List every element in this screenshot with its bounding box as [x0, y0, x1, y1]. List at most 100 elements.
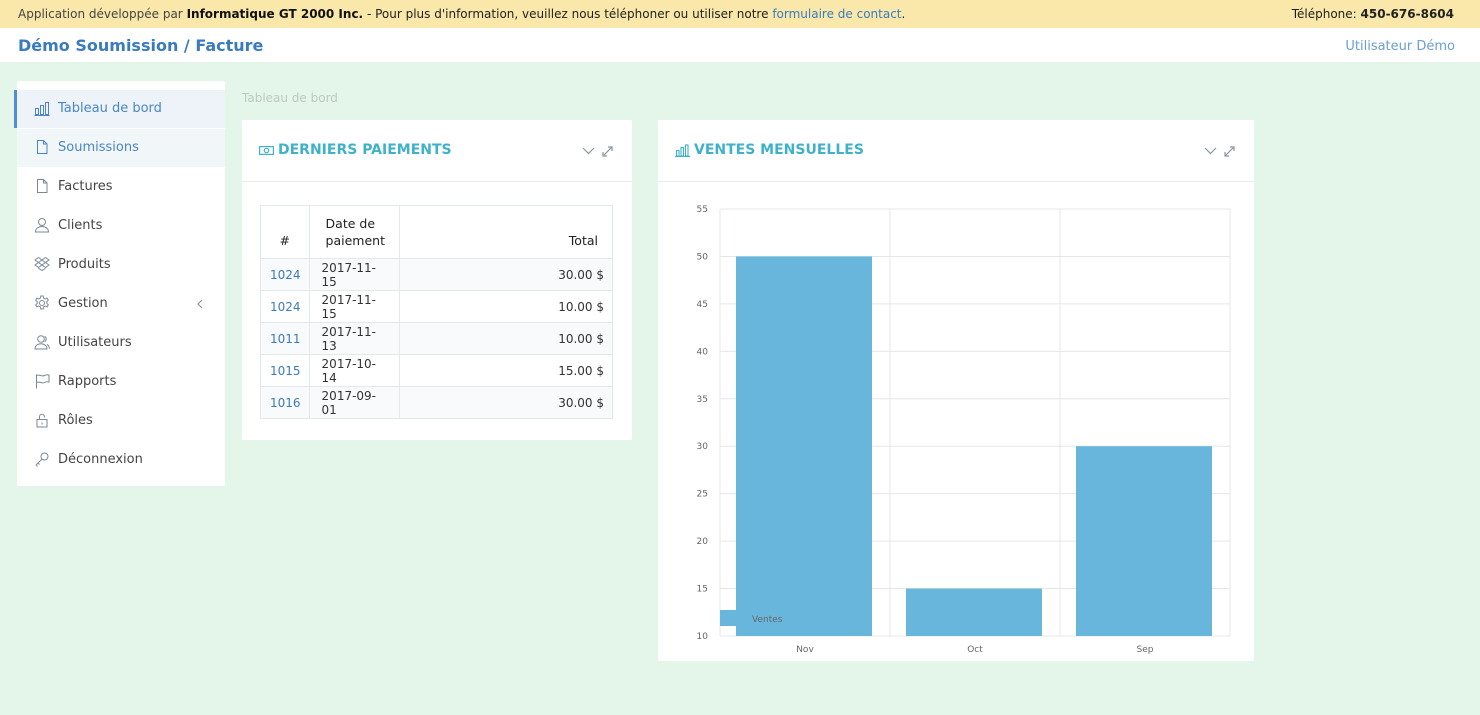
col-header-number[interactable]: #: [260, 205, 310, 259]
sidebar-item-label: Utilisateurs: [58, 335, 132, 350]
sales-panel-title: VENTES MENSUELLES: [694, 142, 864, 158]
gear-icon: [35, 295, 49, 310]
y-tick-label: 20: [697, 537, 709, 547]
y-tick-label: 40: [697, 347, 709, 357]
document-icon: [37, 140, 48, 154]
sidebar: Tableau de bord Soumissions Factures Cli…: [14, 81, 225, 486]
users-icon: [34, 335, 50, 350]
panel-tools: [1204, 146, 1235, 157]
panel-tools: [582, 146, 613, 157]
flag-icon: [36, 374, 50, 389]
chevron-left-icon[interactable]: [195, 297, 205, 311]
lock-icon: [36, 413, 48, 428]
table-row: 1011 2017-11-13 10.00 $: [260, 322, 614, 355]
monthly-sales-chart: 10 15 20 25 30 35 40 45 50 55 Nov Oct Sep Ventes: [697, 205, 1231, 655]
expand-icon[interactable]: [602, 146, 613, 157]
legend-label: Ventes: [752, 615, 783, 625]
sidebar-item-label: Produits: [58, 257, 111, 272]
sidebar-item-label: Rôles: [58, 413, 93, 428]
phone-label: Téléphone:: [1291, 7, 1361, 21]
payments-panel-title: DERNIERS PAIEMENTS: [278, 142, 452, 158]
x-tick-label: Sep: [1137, 645, 1154, 655]
sidebar-item-gestion[interactable]: Gestion: [17, 285, 225, 323]
collapse-icon[interactable]: [582, 147, 595, 155]
y-tick-label: 25: [697, 490, 708, 500]
col-header-date[interactable]: Date de paiement: [308, 205, 400, 259]
payment-total: 15.00 $: [398, 354, 614, 387]
sidebar-item-label: Gestion: [58, 296, 108, 311]
payment-total: 30.00 $: [398, 258, 614, 291]
sidebar-item-rapports[interactable]: Rapports: [17, 363, 225, 401]
app-header: Démo Soumission / Facture Utilisateur Dé…: [0, 28, 1480, 62]
sidebar-item-soumissions[interactable]: Soumissions: [17, 129, 225, 167]
payments-table: # Date de paiement Total 1024 2017-11-15…: [260, 205, 614, 419]
payment-id-link[interactable]: 1024: [260, 258, 310, 291]
sidebar-item-label: Déconnexion: [58, 452, 143, 467]
money-icon: [259, 145, 274, 156]
expand-icon[interactable]: [1224, 146, 1235, 157]
y-tick-label: 55: [697, 205, 708, 215]
payment-total: 30.00 $: [398, 386, 614, 419]
breadcrumb: Tableau de bord: [242, 91, 338, 105]
dropbox-icon: [34, 256, 50, 272]
sidebar-item-produits[interactable]: Produits: [17, 246, 225, 284]
y-tick-label: 10: [697, 632, 709, 642]
bar: [736, 256, 872, 636]
sidebar-item-label: Soumissions: [58, 140, 139, 155]
sidebar-item-utilisateurs[interactable]: Utilisateurs: [17, 324, 225, 362]
payment-total: 10.00 $: [398, 322, 614, 355]
app-title[interactable]: Démo Soumission / Facture: [18, 36, 263, 55]
payment-id-link[interactable]: 1011: [260, 322, 310, 355]
bar: [906, 588, 1042, 636]
bar: [1076, 446, 1212, 636]
user-icon: [34, 218, 50, 233]
y-tick-label: 35: [697, 395, 708, 405]
info-banner: Application développée par Informatique …: [0, 0, 1480, 28]
bar-chart-icon: [34, 102, 50, 116]
payment-date: 2017-11-15: [308, 290, 400, 323]
banner-prefix: Application développée par: [18, 7, 187, 21]
y-tick-label: 50: [697, 252, 709, 262]
payments-panel-header: DERNIERS PAIEMENTS: [242, 120, 632, 182]
table-row: 1015 2017-10-14 15.00 $: [260, 354, 614, 387]
col-header-total[interactable]: Total: [398, 205, 614, 259]
key-icon: [35, 452, 49, 467]
payment-date: 2017-11-13: [308, 322, 400, 355]
payment-date: 2017-09-01: [308, 386, 400, 419]
payment-total: 10.00 $: [398, 290, 614, 323]
sidebar-item-tableau-de-bord[interactable]: Tableau de bord: [14, 90, 225, 128]
payment-id-link[interactable]: 1016: [260, 386, 310, 419]
y-tick-label: 30: [697, 442, 709, 452]
banner-suffix: .: [901, 7, 906, 21]
x-tick-label: Oct: [967, 645, 983, 655]
table-row: 1024 2017-11-15 30.00 $: [260, 258, 614, 291]
sidebar-item-deconnexion[interactable]: Déconnexion: [17, 441, 225, 479]
sidebar-item-factures[interactable]: Factures: [17, 168, 225, 206]
payment-date: 2017-10-14: [308, 354, 400, 387]
banner-middle: - Pour plus d'information, veuillez nous…: [363, 7, 773, 21]
y-tick-label: 45: [697, 300, 708, 310]
document-icon: [37, 179, 48, 193]
sales-panel: VENTES MENSUELLES 10 15 20 25 30 35 40 45 50 55 No…: [658, 120, 1254, 661]
info-banner-text: Application développée par Informatique …: [18, 7, 905, 21]
table-header-row: # Date de paiement Total: [260, 205, 614, 259]
sales-panel-header: VENTES MENSUELLES: [658, 120, 1254, 182]
phone-info: Téléphone: 450-676-8604: [1292, 7, 1454, 21]
payment-id-link[interactable]: 1024: [260, 290, 310, 323]
payments-panel: DERNIERS PAIEMENTS # Date de paiement To…: [242, 120, 632, 440]
sidebar-item-clients[interactable]: Clients: [17, 207, 225, 245]
payment-id-link[interactable]: 1015: [260, 354, 310, 387]
legend-swatch: [720, 610, 749, 626]
phone-number: 450-676-8604: [1360, 7, 1454, 21]
sidebar-item-label: Factures: [58, 179, 113, 194]
sidebar-item-roles[interactable]: Rôles: [17, 402, 225, 440]
contact-form-link[interactable]: formulaire de contact: [772, 7, 901, 21]
table-row: 1016 2017-09-01 30.00 $: [260, 386, 614, 419]
banner-company: Informatique GT 2000 Inc.: [186, 7, 364, 21]
sidebar-item-label: Rapports: [58, 374, 117, 389]
sidebar-item-label: Clients: [58, 218, 103, 233]
table-row: 1024 2017-11-15 10.00 $: [260, 290, 614, 323]
collapse-icon[interactable]: [1204, 147, 1217, 155]
y-tick-label: 15: [697, 585, 708, 595]
user-menu[interactable]: Utilisateur Démo: [1345, 39, 1455, 54]
